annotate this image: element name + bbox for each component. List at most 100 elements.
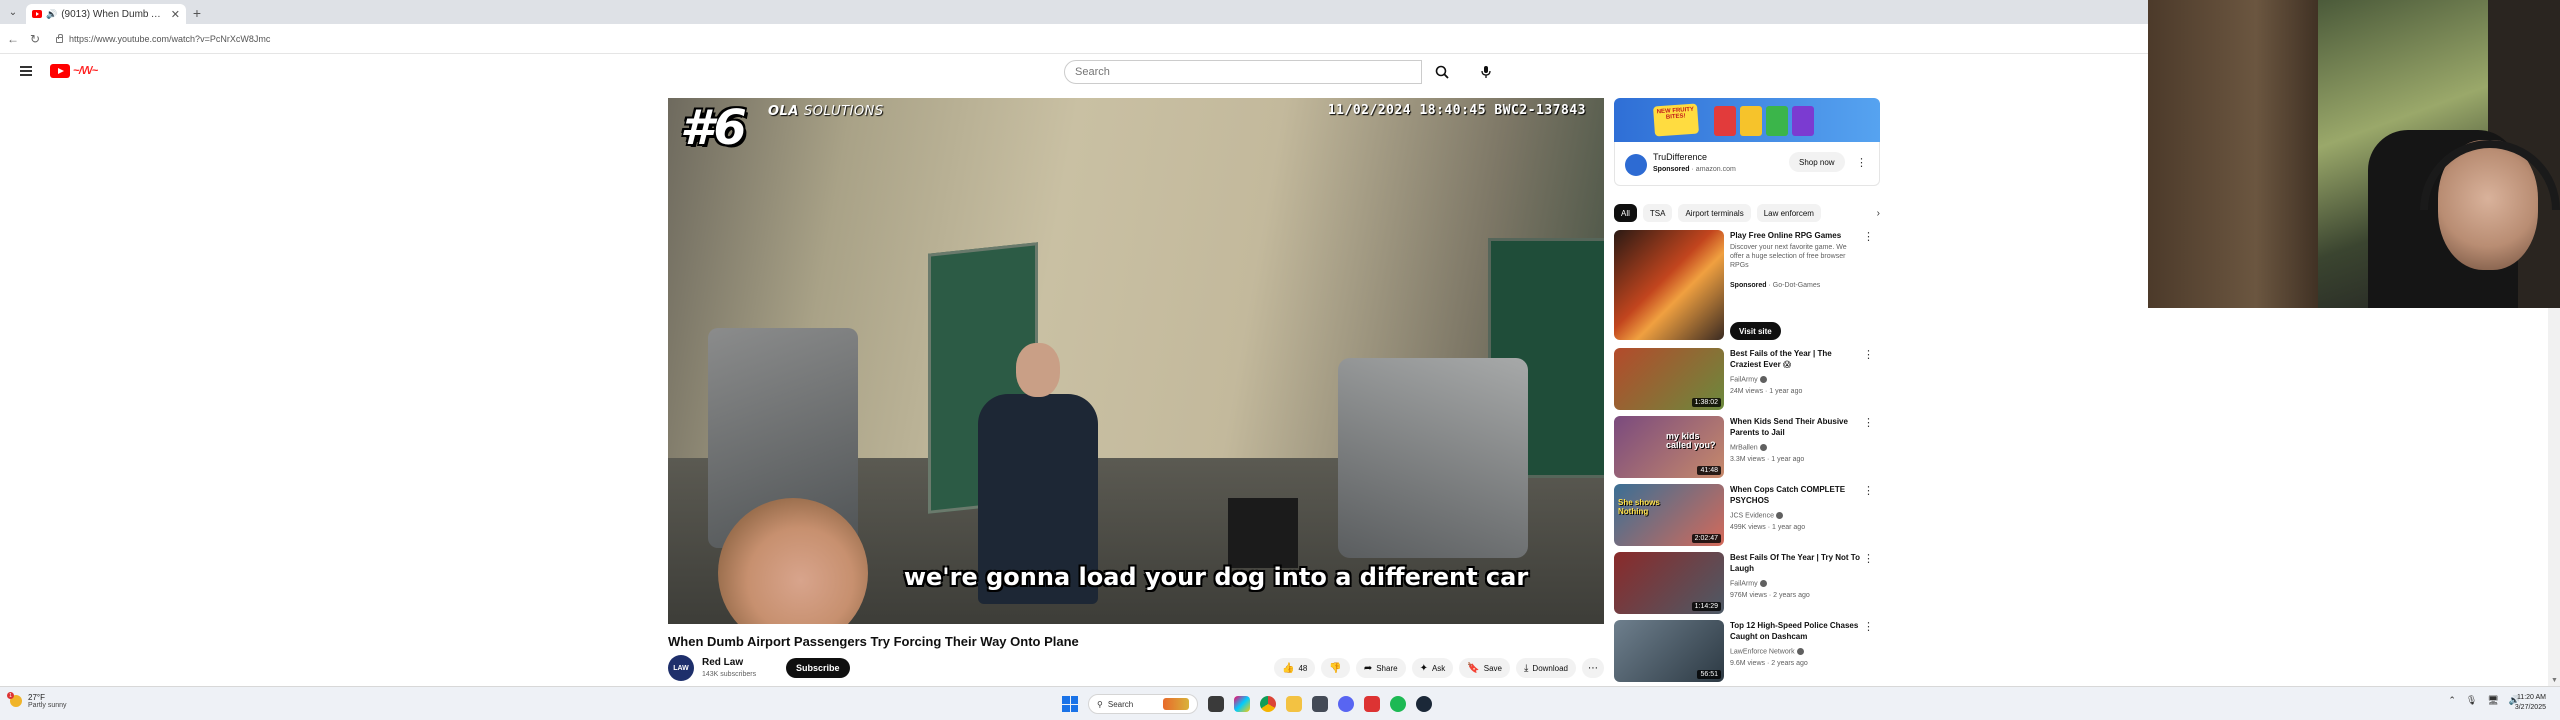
- chip-law-enforcement[interactable]: Law enforcem: [1756, 204, 1821, 222]
- share-button[interactable]: ➦ Share: [1355, 658, 1406, 678]
- search-box[interactable]: [1064, 60, 1422, 84]
- widgets-icon[interactable]: [1234, 696, 1250, 712]
- chevron-right-icon[interactable]: ›: [1877, 208, 1880, 219]
- recommendation-item[interactable]: my kids called you? 41:48 When Kids Send…: [1614, 416, 1880, 480]
- recommendation-item[interactable]: She shows Nothing 2:02:47 When Cops Catc…: [1614, 484, 1880, 548]
- recommendation-item[interactable]: 56:51 Top 12 High-Speed Police Chases Ca…: [1614, 620, 1880, 684]
- calculator-icon[interactable]: [1312, 696, 1328, 712]
- browser-tab-bar: ⌄ 🔊 (9013) When Dumb Airport P ✕ +: [0, 0, 2148, 24]
- sponsored-title[interactable]: Play Free Online RPG Games: [1730, 230, 1862, 241]
- system-clock[interactable]: 11:20 AM 3/27/2025: [2515, 693, 2546, 713]
- video-title[interactable]: Best Fails Of The Year | Try Not To Laug…: [1730, 552, 1862, 574]
- game-launcher-icon[interactable]: [1364, 696, 1380, 712]
- chip-all[interactable]: All: [1614, 204, 1637, 222]
- video-thumbnail[interactable]: my kids called you? 41:48: [1614, 416, 1724, 478]
- menu-icon[interactable]: [20, 66, 32, 76]
- channel-name[interactable]: Red Law: [702, 657, 743, 668]
- video-thumbnail[interactable]: 1:14:29: [1614, 552, 1724, 614]
- tab-list-chevron-icon[interactable]: ⌄: [0, 0, 26, 24]
- thumbs-down-icon: 👎: [1329, 662, 1342, 674]
- more-vert-icon[interactable]: ⋮: [1863, 552, 1874, 565]
- taskbar-search[interactable]: ⚲ Search: [1088, 694, 1198, 714]
- audio-playing-icon[interactable]: 🔊: [46, 9, 57, 20]
- ask-button[interactable]: ✦ Ask: [1411, 658, 1454, 678]
- video-title[interactable]: When Cops Catch COMPLETE PSYCHOS: [1730, 484, 1862, 506]
- video-thumbnail[interactable]: She shows Nothing 2:02:47: [1614, 484, 1724, 546]
- advertiser-logo[interactable]: [1625, 154, 1647, 176]
- share-icon: ➦: [1363, 662, 1373, 674]
- subscribe-button[interactable]: Subscribe: [786, 658, 850, 678]
- ad-info-panel: TruDifference Sponsored · amazon.com Sho…: [1614, 142, 1880, 186]
- new-tab-button[interactable]: +: [186, 2, 208, 24]
- tray-overflow-icon[interactable]: ⌃: [2448, 695, 2456, 706]
- weather-widget[interactable]: 1 27°F Partly sunny: [7, 692, 67, 709]
- system-tray: ⌃ 🎙 🖥 🔊: [2448, 695, 2520, 706]
- back-arrow-icon[interactable]: ←: [6, 32, 20, 46]
- video-title[interactable]: When Kids Send Their Abusive Parents to …: [1730, 416, 1862, 438]
- channel-name[interactable]: FailArmy: [1730, 580, 1767, 587]
- chip-tsa[interactable]: TSA: [1642, 204, 1673, 222]
- steam-icon[interactable]: [1416, 696, 1432, 712]
- recommendation-item[interactable]: 1:14:29 Best Fails Of The Year | Try Not…: [1614, 552, 1880, 616]
- chrome-icon[interactable]: [1260, 696, 1276, 712]
- more-horizontal-icon: ⋯: [1588, 662, 1598, 674]
- chip-airport-terminals[interactable]: Airport terminals: [1678, 204, 1751, 222]
- channel-name[interactable]: MrBallen: [1730, 444, 1767, 451]
- video-title[interactable]: Best Fails of the Year | The Craziest Ev…: [1730, 348, 1862, 370]
- visit-site-button[interactable]: Visit site: [1730, 322, 1781, 340]
- sponsored-recommendation[interactable]: Play Free Online RPG Games Discover your…: [1614, 230, 1880, 344]
- advertiser-name[interactable]: TruDifference: [1653, 152, 1707, 162]
- like-button[interactable]: 👍 48: [1274, 658, 1316, 678]
- brand-overlay: OLA SOLUTIONS: [768, 104, 884, 119]
- weather-condition: Partly sunny: [28, 702, 67, 709]
- youtube-logo[interactable]: ~/\/\/~: [50, 64, 98, 78]
- channel-avatar[interactable]: LAW: [668, 655, 694, 681]
- download-button[interactable]: ⤓ Download: [1516, 658, 1576, 678]
- channel-name[interactable]: LawEnforce Network: [1730, 648, 1804, 655]
- sparkle-icon: ✦: [1419, 662, 1428, 674]
- windows-start-icon[interactable]: [1062, 696, 1078, 712]
- brand-overlay-bold: OLA: [768, 104, 799, 119]
- shop-now-button[interactable]: Shop now: [1789, 152, 1845, 172]
- more-vert-icon[interactable]: ⋮: [1863, 484, 1874, 497]
- video-title[interactable]: Top 12 High-Speed Police Chases Caught o…: [1730, 620, 1862, 642]
- youtube-favicon-icon: [32, 10, 42, 18]
- tab-close-icon[interactable]: ✕: [171, 8, 180, 21]
- network-icon[interactable]: 🖥: [2487, 695, 2498, 706]
- channel-name[interactable]: JCS Evidence: [1730, 512, 1783, 519]
- more-vert-icon[interactable]: ⋮: [1863, 416, 1874, 429]
- browser-tab-active[interactable]: 🔊 (9013) When Dumb Airport P ✕: [26, 4, 186, 24]
- more-vert-icon[interactable]: ⋮: [1863, 348, 1874, 361]
- more-actions-button[interactable]: ⋯: [1582, 658, 1604, 678]
- ad-sponsored-label: Sponsored: [1653, 166, 1690, 173]
- page-scrollbar[interactable]: ▼: [2548, 308, 2560, 686]
- search-input[interactable]: [1075, 66, 1421, 78]
- video-thumbnail[interactable]: 1:38:02: [1614, 348, 1724, 410]
- reload-icon[interactable]: ↻: [28, 32, 42, 46]
- dislike-button[interactable]: 👎: [1321, 658, 1350, 678]
- url-text[interactable]: https://www.youtube.com/watch?v=PcNrXcW8…: [69, 34, 270, 44]
- microphone-icon[interactable]: 🎙: [2466, 695, 2477, 706]
- save-button[interactable]: 🔖 Save: [1459, 658, 1510, 678]
- brand-overlay-light: SOLUTIONS: [803, 104, 884, 119]
- spotify-icon[interactable]: [1390, 696, 1406, 712]
- voice-search-button[interactable]: [1474, 60, 1498, 84]
- file-explorer-icon[interactable]: [1286, 696, 1302, 712]
- video-player[interactable]: #6 OLA SOLUTIONS 11/02/2024 18:40:45 BWC…: [668, 98, 1604, 624]
- like-count: 48: [1298, 663, 1308, 673]
- sponsored-thumbnail[interactable]: [1614, 230, 1724, 340]
- task-view-icon[interactable]: [1208, 696, 1224, 712]
- search-button[interactable]: [1422, 60, 1462, 84]
- discord-icon[interactable]: [1338, 696, 1354, 712]
- scroll-down-arrow-icon[interactable]: ▼: [2551, 677, 2558, 684]
- lock-icon[interactable]: [56, 33, 63, 43]
- ad-more-icon[interactable]: ⋮: [1856, 156, 1867, 169]
- more-vert-icon[interactable]: ⋮: [1863, 620, 1874, 633]
- video-thumbnail[interactable]: 56:51: [1614, 620, 1724, 682]
- video-meta: 24M views · 1 year ago: [1730, 388, 1803, 395]
- channel-name[interactable]: FailArmy: [1730, 376, 1767, 383]
- recommendation-item[interactable]: 1:38:02 Best Fails of the Year | The Cra…: [1614, 348, 1880, 412]
- more-vert-icon[interactable]: ⋮: [1863, 230, 1874, 243]
- ad-banner-image[interactable]: NEW FRUITY BITES!: [1614, 98, 1880, 142]
- address-bar[interactable]: https://www.youtube.com/watch?v=PcNrXcW8…: [50, 30, 2050, 48]
